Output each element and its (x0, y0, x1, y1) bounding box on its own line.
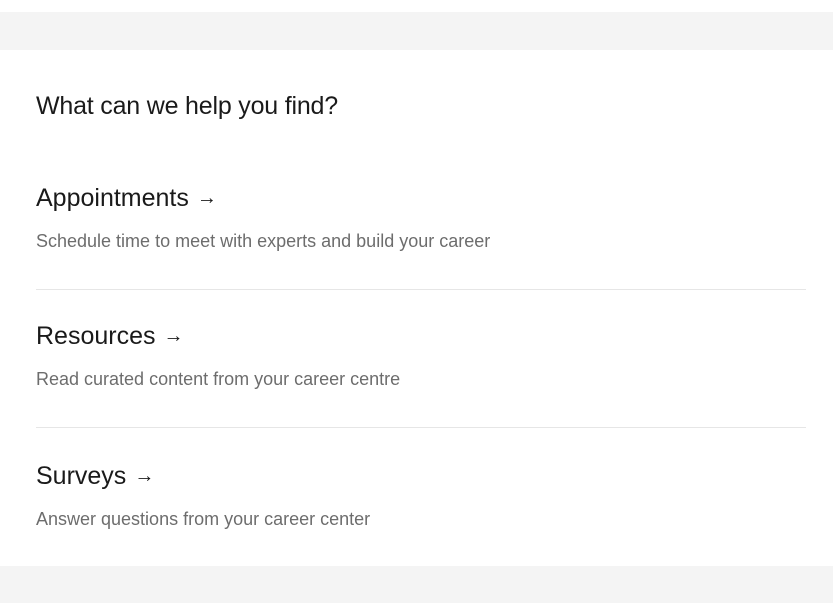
arrow-right-icon[interactable]: → (164, 320, 184, 352)
surveys-label[interactable]: Surveys (36, 460, 126, 492)
divider (36, 289, 806, 290)
resources-description: Read curated content from your career ce… (36, 369, 401, 389)
resources-link[interactable]: Resources → Read curated content from yo… (36, 320, 806, 390)
appointments-link[interactable]: Appointments → Schedule time to meet wit… (36, 182, 806, 252)
appointments-title[interactable]: Appointments → (36, 182, 806, 214)
surveys-description: Answer questions from your career center (36, 509, 371, 529)
surveys-title[interactable]: Surveys → (36, 460, 806, 492)
resources-title[interactable]: Resources → (36, 320, 806, 352)
top-edge (0, 0, 833, 12)
page-heading: What can we help you find? (36, 92, 338, 120)
appointments-label[interactable]: Appointments (36, 182, 189, 214)
arrow-right-icon[interactable]: → (134, 460, 154, 492)
resources-label[interactable]: Resources (36, 320, 156, 352)
appointments-description: Schedule time to meet with experts and b… (36, 231, 491, 251)
help-card: What can we help you find? Appointments … (0, 50, 833, 566)
bottom-band (0, 566, 833, 603)
top-band (0, 0, 833, 50)
surveys-link[interactable]: Surveys → Answer questions from your car… (36, 460, 806, 530)
divider (36, 427, 806, 428)
arrow-right-icon[interactable]: → (197, 182, 217, 214)
